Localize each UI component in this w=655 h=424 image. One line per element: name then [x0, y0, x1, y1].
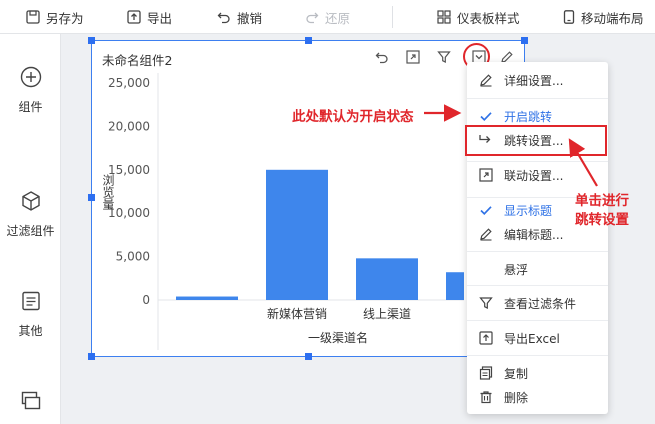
annotation-arrows [424, 104, 598, 187]
arrow-to-jump-settings [568, 138, 598, 187]
annotation-click-line2: 跳转设置 [575, 212, 629, 228]
annotation-default-on: 此处默认为开启状态 [292, 109, 414, 125]
annotation-click-line1: 单击进行 [575, 193, 629, 209]
